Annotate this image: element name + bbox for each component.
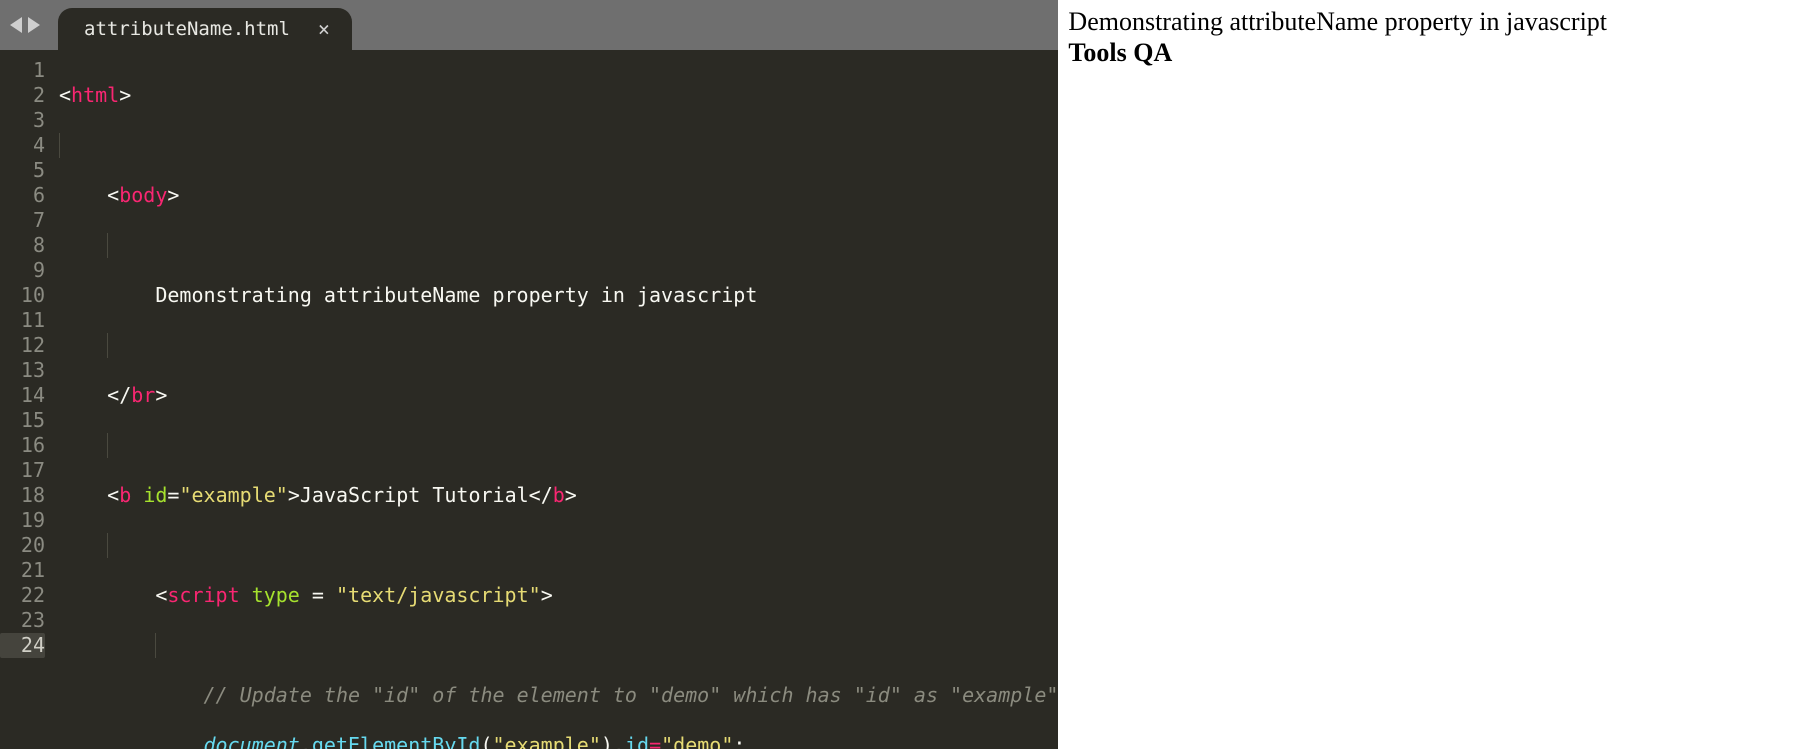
nav-forward-icon[interactable] bbox=[28, 17, 40, 33]
line-number: 24 bbox=[0, 633, 45, 658]
line-number: 2 bbox=[0, 83, 45, 108]
line-number: 12 bbox=[0, 333, 45, 358]
code-area: 123456789101112131415161718192021222324 … bbox=[0, 50, 1058, 749]
line-number: 9 bbox=[0, 258, 45, 283]
line-number: 13 bbox=[0, 358, 45, 383]
line-number: 8 bbox=[0, 233, 45, 258]
line-number: 19 bbox=[0, 508, 45, 533]
editor-tab[interactable]: attributeName.html × bbox=[58, 8, 352, 50]
line-number: 5 bbox=[0, 158, 45, 183]
line-number: 4 bbox=[0, 133, 45, 158]
file-nav-arrows bbox=[10, 0, 40, 50]
code-text[interactable]: <html> <body> Demonstrating attributeNam… bbox=[55, 50, 1058, 749]
output-text-line: Demonstrating attributeName property in … bbox=[1068, 6, 1790, 37]
line-number: 6 bbox=[0, 183, 45, 208]
line-number: 17 bbox=[0, 458, 45, 483]
line-number: 10 bbox=[0, 283, 45, 308]
line-number: 7 bbox=[0, 208, 45, 233]
line-number-gutter: 123456789101112131415161718192021222324 bbox=[0, 50, 55, 749]
app-root: attributeName.html × 1234567891011121314… bbox=[0, 0, 1800, 749]
tab-filename: attributeName.html bbox=[84, 18, 290, 40]
line-number: 21 bbox=[0, 558, 45, 583]
nav-back-icon[interactable] bbox=[10, 17, 22, 33]
line-number: 15 bbox=[0, 408, 45, 433]
output-bold-line: Tools QA bbox=[1068, 37, 1790, 68]
line-number: 20 bbox=[0, 533, 45, 558]
line-number: 18 bbox=[0, 483, 45, 508]
browser-output-pane: Demonstrating attributeName property in … bbox=[1058, 0, 1800, 749]
line-number: 22 bbox=[0, 583, 45, 608]
close-icon[interactable]: × bbox=[318, 19, 330, 39]
editor-pane: attributeName.html × 1234567891011121314… bbox=[0, 0, 1058, 749]
line-number: 11 bbox=[0, 308, 45, 333]
tab-bar: attributeName.html × bbox=[0, 0, 1058, 50]
line-number: 1 bbox=[0, 58, 45, 83]
line-number: 16 bbox=[0, 433, 45, 458]
line-number: 14 bbox=[0, 383, 45, 408]
line-number: 23 bbox=[0, 608, 45, 633]
line-number: 3 bbox=[0, 108, 45, 133]
